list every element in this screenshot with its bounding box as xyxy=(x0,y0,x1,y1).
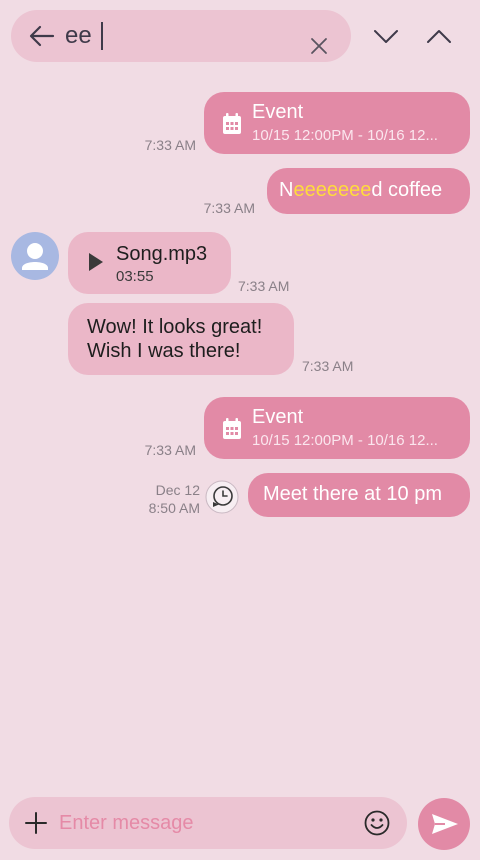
message-input[interactable] xyxy=(59,809,349,837)
message-time: 7:33 AM xyxy=(203,200,255,216)
chat-screen: 7:33 AM Event 10/15 12:00PM - 10/16 12..… xyxy=(0,0,480,860)
message-line: Wish I was there! xyxy=(87,340,241,362)
message-time: 7:33 AM xyxy=(238,278,290,294)
person-icon xyxy=(22,243,48,270)
search-bar xyxy=(11,10,351,62)
event-title: Event xyxy=(252,101,304,123)
audio-message-bubble[interactable]: Song.mp3 03:55 xyxy=(68,232,231,294)
text-caret xyxy=(101,22,103,50)
text-message-bubble[interactable]: Wow! It looks great! Wish I was there! xyxy=(68,303,294,375)
text-message-bubble[interactable]: Meet there at 10 pm xyxy=(248,473,470,517)
avatar[interactable] xyxy=(11,232,59,280)
message-time: 7:33 AM xyxy=(144,442,196,458)
message-text: Meet there at 10 pm xyxy=(263,483,442,505)
message-composer xyxy=(9,797,407,849)
audio-duration: 03:55 xyxy=(116,268,154,285)
scheduled-clock-icon[interactable] xyxy=(205,480,239,514)
calendar-icon xyxy=(223,418,241,439)
scheduled-date: Dec 12 xyxy=(155,482,200,498)
event-bubble[interactable]: Event 10/15 12:00PM - 10/16 12... xyxy=(204,397,470,459)
chevron-down-icon[interactable] xyxy=(372,24,400,48)
close-icon[interactable] xyxy=(309,36,329,56)
search-input[interactable] xyxy=(65,21,295,51)
message-time: 7:33 AM xyxy=(144,137,196,153)
text-message-bubble[interactable]: Neeeeeeed coffee xyxy=(267,168,470,214)
calendar-icon xyxy=(223,113,241,134)
send-icon xyxy=(432,814,458,834)
back-arrow-icon[interactable] xyxy=(29,23,55,49)
event-title: Event xyxy=(252,406,304,428)
message-text-part: d coffee xyxy=(371,179,443,201)
event-date-range: 10/15 12:00PM - 10/16 12... xyxy=(252,432,438,449)
audio-file-name: Song.mp3 xyxy=(116,243,208,265)
scheduled-time: 8:50 AM xyxy=(148,500,200,516)
plus-icon[interactable] xyxy=(25,812,47,834)
message-text-part: N xyxy=(279,179,294,201)
message-time: 7:33 AM xyxy=(302,358,354,374)
search-highlight: eeeeeee xyxy=(293,179,372,201)
play-icon[interactable] xyxy=(88,252,104,272)
message-line: Wow! It looks great! xyxy=(87,316,263,338)
smiley-icon[interactable] xyxy=(364,810,390,836)
event-date-range: 10/15 12:00PM - 10/16 12... xyxy=(252,127,438,144)
chevron-up-icon[interactable] xyxy=(425,24,453,48)
send-button[interactable] xyxy=(418,798,470,850)
event-bubble[interactable]: Event 10/15 12:00PM - 10/16 12... xyxy=(204,92,470,154)
